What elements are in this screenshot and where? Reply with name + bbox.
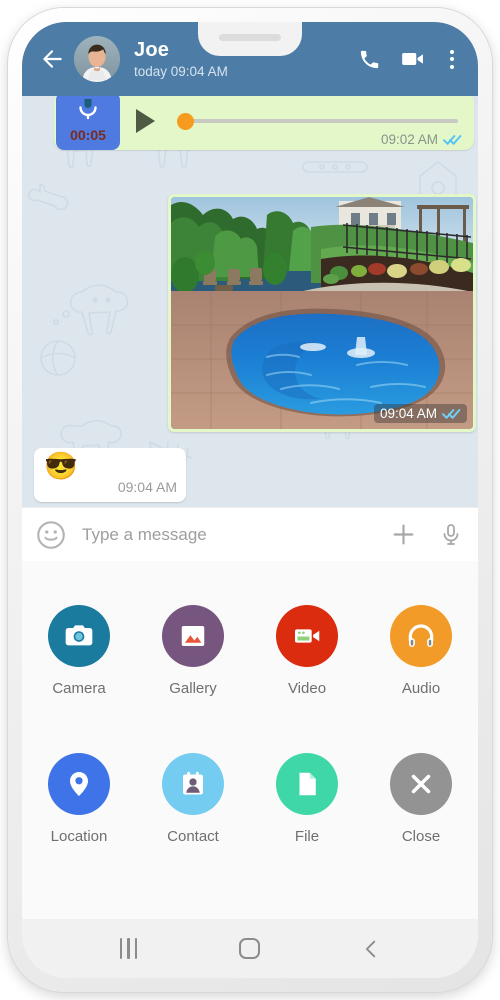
close-x-icon: [411, 774, 431, 794]
video-camera-icon: [295, 629, 320, 643]
attachment-sheet: Camera Gallery Video Audio Location Cont…: [22, 561, 478, 919]
microphone-icon: [79, 99, 97, 120]
attachment-label: Location: [50, 828, 108, 845]
android-navigation-bar: [22, 919, 478, 978]
voice-progress-slider[interactable]: [177, 111, 458, 131]
double-check-icon: [443, 135, 462, 145]
camera-circle: [48, 605, 110, 667]
attachment-label: Video: [287, 680, 327, 697]
video-call-button[interactable]: [400, 46, 426, 72]
message-timestamp: 09:04 AM: [117, 479, 177, 495]
phone-screen: Joe today 09:04 AM 00:05 09:02 AM 09:04 …: [22, 22, 478, 978]
nav-home-button[interactable]: [230, 929, 270, 969]
chat-message-list[interactable]: 00:05 09:02 AM 09:04 AM 😎 09:04 AM: [22, 96, 478, 507]
attachment-option-close[interactable]: Close: [364, 697, 478, 845]
peer-status: today 09:04 AM: [134, 63, 228, 79]
message-photo[interactable]: 09:04 AM: [171, 197, 473, 429]
attachment-option-camera[interactable]: Camera: [22, 561, 136, 697]
voice-progress-thumb[interactable]: [177, 112, 194, 130]
phone-device-frame: Joe today 09:04 AM 00:05 09:02 AM 09:04 …: [8, 8, 492, 992]
voice-play-button[interactable]: [136, 109, 155, 133]
voice-progress-track: [177, 119, 458, 123]
message-bubble-emoji[interactable]: 😎 09:04 AM: [34, 448, 186, 502]
attachment-label: Camera: [52, 680, 106, 697]
voice-record-tile[interactable]: 00:05: [56, 96, 120, 150]
avatar[interactable]: [74, 36, 120, 82]
attachment-label: File: [294, 828, 320, 845]
arrow-left-icon: [43, 50, 62, 68]
composer-actions: [382, 522, 464, 548]
backyard-swimming-pool-with-waterfalls-image: [171, 197, 473, 429]
back-chevron-icon: [366, 940, 376, 957]
gallery-circle: [162, 605, 224, 667]
close-circle: [390, 753, 452, 815]
phone-icon: [360, 50, 378, 68]
audio-circle: [390, 605, 452, 667]
attachment-option-location[interactable]: Location: [22, 697, 136, 845]
video-camera-icon: [402, 53, 423, 65]
plus-icon: [393, 524, 413, 545]
message-bubble-voice[interactable]: 00:05 09:02 AM: [54, 96, 474, 150]
nav-back-button[interactable]: [351, 929, 391, 969]
video-circle: [276, 605, 338, 667]
location-circle: [48, 753, 110, 815]
emoji-message-meta: 09:04 AM: [118, 479, 177, 497]
contact-avatar-photo: [74, 36, 120, 82]
overflow-menu-button[interactable]: [444, 49, 460, 69]
emoji-content: 😎: [44, 451, 78, 481]
voice-message-meta: 09:02 AM: [381, 132, 462, 147]
attach-button[interactable]: [390, 522, 416, 548]
phone-notch: [198, 22, 302, 56]
attachment-grid: Camera Gallery Video Audio Location Cont…: [22, 561, 478, 845]
attachment-label: Contact: [167, 828, 219, 845]
attachment-option-file[interactable]: File: [250, 697, 364, 845]
contact-card-icon: [183, 771, 203, 795]
attachment-option-audio[interactable]: Audio: [364, 561, 478, 697]
double-check-icon: [442, 409, 461, 419]
microphone-icon: [443, 523, 459, 545]
voice-duration: 00:05: [70, 127, 106, 143]
message-timestamp: 09:04 AM: [379, 406, 437, 421]
voice-call-button[interactable]: [356, 46, 382, 72]
map-pin-icon: [70, 772, 88, 796]
nav-recents-button[interactable]: [109, 929, 149, 969]
attachment-label: Close: [401, 828, 441, 845]
home-icon: [239, 938, 261, 959]
attachment-option-gallery[interactable]: Gallery: [136, 561, 250, 697]
phone-bezel-inner: Joe today 09:04 AM 00:05 09:02 AM 09:04 …: [22, 22, 478, 978]
headphones-icon: [408, 624, 434, 647]
message-timestamp: 09:02 AM: [380, 132, 438, 147]
voice-record-button[interactable]: [438, 522, 464, 548]
attachment-label: Audio: [401, 680, 441, 697]
photo-message-meta: 09:04 AM: [373, 404, 467, 423]
app-bar-actions: [356, 46, 466, 72]
screenshot-stage: Joe today 09:04 AM 00:05 09:02 AM 09:04 …: [0, 0, 500, 1000]
message-input[interactable]: [80, 523, 382, 546]
back-button[interactable]: [34, 41, 70, 77]
earpiece-speaker: [219, 34, 281, 41]
camera-icon: [65, 625, 93, 646]
smiley-face-icon[interactable]: [36, 520, 66, 550]
recents-icon: [119, 938, 138, 959]
message-composer: [22, 507, 478, 561]
image-icon: [181, 626, 205, 646]
contact-circle: [162, 753, 224, 815]
more-vertical-icon: [450, 49, 454, 54]
document-icon: [299, 772, 316, 796]
attachment-option-contact[interactable]: Contact: [136, 697, 250, 845]
attachment-option-video[interactable]: Video: [250, 561, 364, 697]
attachment-label: Gallery: [169, 680, 217, 697]
message-bubble-photo[interactable]: 09:04 AM: [168, 194, 476, 432]
file-circle: [276, 753, 338, 815]
